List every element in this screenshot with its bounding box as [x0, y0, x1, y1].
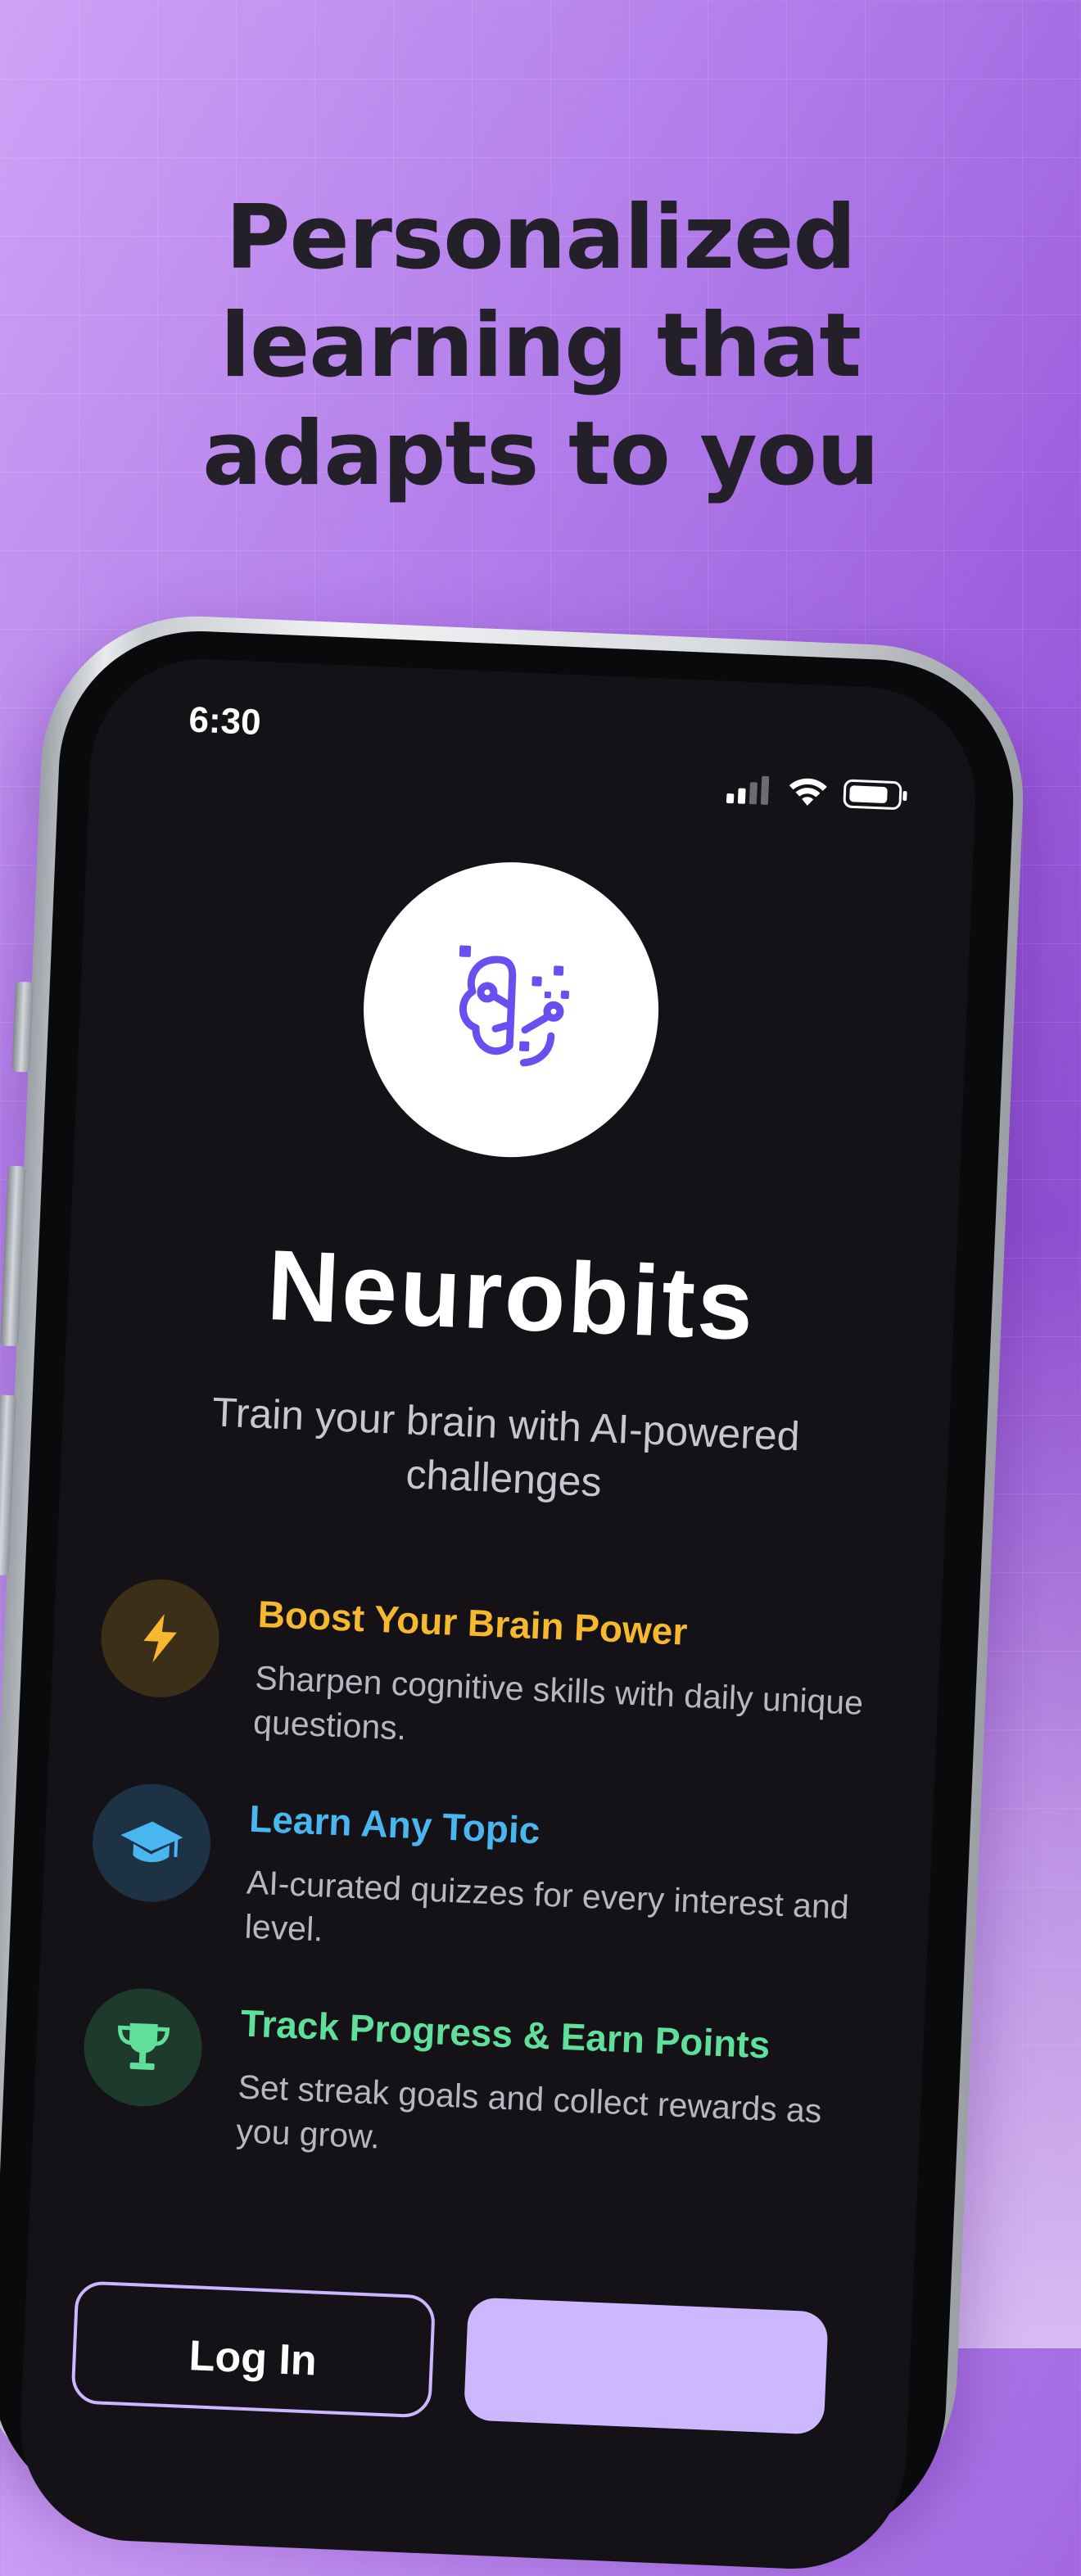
- battery-icon: [843, 779, 907, 810]
- feature-item-brain-power: Boost Your Brain Power Sharpen cognitive…: [96, 1576, 905, 1791]
- feature-description: AI-curated quizzes for every interest an…: [243, 1863, 850, 1949]
- app-screen: 6:30 Neurobits Train your brain with AI-…: [16, 654, 980, 2574]
- app-tagline: Train your brain with AI-powered challen…: [211, 1389, 801, 1506]
- login-button[interactable]: Log In: [70, 2280, 436, 2419]
- brain-circuit-icon: [459, 945, 570, 1067]
- signup-button[interactable]: [463, 2297, 829, 2435]
- feature-title: Boost Your Brain Power: [256, 1592, 689, 1653]
- headline-line-3: adapts to you: [202, 403, 880, 505]
- trophy-icon: [118, 2022, 170, 2070]
- feature-icon-badge: [81, 1986, 205, 2109]
- lightning-icon: [143, 1614, 177, 1663]
- headline-line-1: Personalized: [225, 187, 856, 289]
- phone-silent-switch: [11, 981, 34, 1073]
- feature-description: Sharpen cognitive skills with daily uniq…: [252, 1658, 864, 1747]
- graduation-cap-icon: [120, 1821, 183, 1863]
- app-name: Neurobits: [265, 1229, 758, 1361]
- feature-item-learn-topic: Learn Any Topic AI-curated quizzes for e…: [88, 1781, 897, 1995]
- marketing-headline: Personalized learning that adapts to you: [0, 184, 1081, 508]
- feature-title: Learn Any Topic: [248, 1796, 541, 1852]
- feature-icon-badge: [90, 1781, 214, 1905]
- feature-title: Track Progress & Earn Points: [239, 2001, 771, 2067]
- wifi-icon: [789, 778, 827, 807]
- headline-line-2: learning that: [219, 295, 862, 397]
- feature-description: Set streak goals and collect rewards as …: [235, 2068, 823, 2156]
- feature-icon-badge: [98, 1576, 222, 1700]
- status-icons: [726, 773, 909, 811]
- phone-mockup: 6:30 Neurobits Train your brain with AI-…: [0, 610, 1038, 2574]
- status-time: 6:30: [188, 699, 262, 743]
- signal-icon: [726, 775, 770, 805]
- app-logo: [357, 856, 665, 1164]
- feature-item-track-progress: Track Progress & Earn Points Set streak …: [79, 1986, 888, 2199]
